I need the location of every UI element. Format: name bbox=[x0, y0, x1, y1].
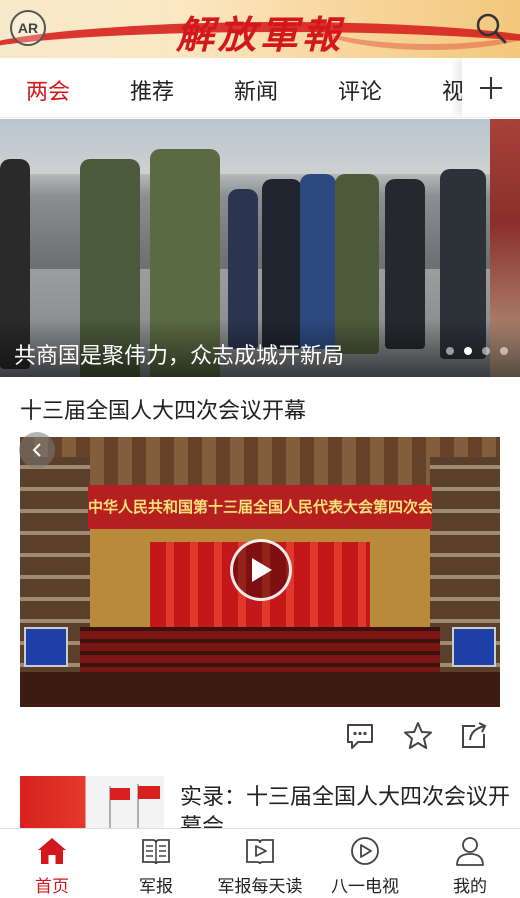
video-scene-screen bbox=[452, 627, 496, 667]
tab-lianghui[interactable]: 两会 bbox=[26, 74, 70, 106]
tab-xinwen[interactable]: 新闻 bbox=[234, 74, 278, 106]
tab-pinglun[interactable]: 评论 bbox=[338, 74, 382, 106]
banner-caption: 共商国是聚伟力，众志成城开新局 bbox=[14, 344, 345, 369]
tab-shi[interactable]: 视 bbox=[442, 74, 464, 106]
home-icon bbox=[38, 838, 66, 864]
user-icon bbox=[456, 837, 484, 866]
play-button[interactable] bbox=[230, 539, 292, 601]
audio-book-icon bbox=[246, 839, 274, 865]
star-icon[interactable] bbox=[402, 720, 434, 752]
app-header: AR 解放軍報 bbox=[0, 0, 520, 58]
comment-icon[interactable] bbox=[344, 720, 376, 752]
article-actions bbox=[0, 716, 520, 760]
video-scene-floor bbox=[20, 672, 500, 707]
play-icon bbox=[252, 558, 272, 582]
nav-label: 军报每天读 bbox=[217, 877, 303, 897]
video-scene-wall bbox=[430, 457, 500, 707]
search-icon[interactable] bbox=[474, 11, 508, 45]
video-scene-screen bbox=[24, 627, 68, 667]
section-divider bbox=[0, 760, 520, 768]
bottom-navigation: 首页 军报 军报每天读 八一电视 我的 bbox=[0, 828, 520, 898]
channel-tabs: 两会 推荐 新闻 评论 视 bbox=[0, 58, 520, 118]
carousel-dot[interactable] bbox=[446, 347, 454, 355]
video-player[interactable]: 中华人民共和国第十三届全国人民代表大会第四次会议 bbox=[20, 437, 500, 707]
nav-profile[interactable]: 我的 bbox=[436, 829, 504, 898]
nav-label: 八一电视 bbox=[331, 877, 399, 897]
article-title[interactable]: 十三届全国人大四次会议开幕 bbox=[20, 393, 306, 425]
flags-image bbox=[90, 776, 164, 832]
carousel-dot-active[interactable] bbox=[464, 347, 472, 355]
nav-label: 我的 bbox=[453, 877, 487, 897]
banner-sky bbox=[0, 119, 490, 174]
nav-newspaper[interactable]: 军报 bbox=[122, 829, 190, 898]
carousel-indicators bbox=[446, 347, 508, 355]
banner-carousel[interactable]: 共商国是聚伟力，众志成城开新局 bbox=[0, 119, 520, 377]
tab-tuijian[interactable]: 推荐 bbox=[130, 74, 174, 106]
nav-label: 军报 bbox=[139, 877, 173, 897]
nav-label: 首页 bbox=[35, 877, 69, 897]
plus-icon bbox=[480, 77, 502, 99]
article-thumbnail[interactable] bbox=[20, 776, 164, 832]
back-button[interactable] bbox=[19, 432, 55, 468]
share-icon[interactable] bbox=[458, 720, 490, 752]
nav-bayi-tv[interactable]: 八一电视 bbox=[324, 829, 406, 898]
video-scene-banner: 中华人民共和国第十三届全国人民代表大会第四次会议 bbox=[88, 485, 432, 529]
carousel-dot[interactable] bbox=[500, 347, 508, 355]
nav-home[interactable]: 首页 bbox=[18, 829, 86, 898]
nav-daily-read[interactable]: 军报每天读 bbox=[210, 829, 310, 898]
tv-play-icon bbox=[351, 837, 379, 865]
add-channel-button[interactable] bbox=[462, 58, 520, 117]
carousel-dot[interactable] bbox=[482, 347, 490, 355]
chevron-left-icon bbox=[32, 443, 41, 457]
app-logo: 解放軍報 bbox=[175, 12, 344, 57]
newspaper-icon bbox=[142, 839, 170, 865]
